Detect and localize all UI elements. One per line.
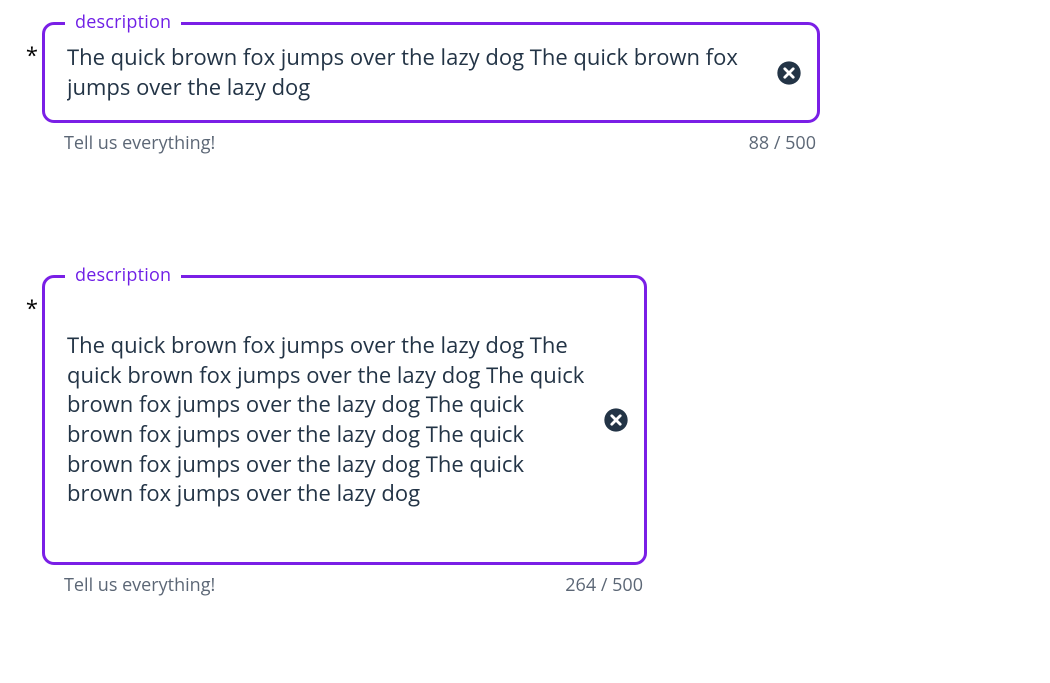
clear-button[interactable] — [775, 59, 803, 87]
helper-text: Tell us everything! — [64, 131, 215, 155]
description-textarea[interactable]: The quick brown fox jumps over the lazy … — [67, 331, 588, 509]
textarea-outline: description The quick brown fox jumps ov… — [42, 22, 820, 123]
description-field-2: * description The quick brown fox jumps … — [22, 275, 647, 597]
close-circle-icon — [602, 406, 630, 434]
required-marker: * — [22, 44, 42, 66]
description-field-1: * description The quick brown fox jumps … — [22, 22, 820, 155]
required-marker: * — [22, 297, 42, 319]
textarea-outline: description The quick brown fox jumps ov… — [42, 275, 647, 565]
helper-text: Tell us everything! — [64, 573, 215, 597]
field-container: description The quick brown fox jumps ov… — [42, 275, 647, 597]
close-circle-icon — [775, 59, 803, 87]
field-label: description — [65, 266, 181, 284]
char-counter: 264 / 500 — [565, 573, 643, 597]
field-label: description — [65, 13, 181, 31]
helper-row: Tell us everything! 88 / 500 — [42, 131, 820, 155]
field-container: description The quick brown fox jumps ov… — [42, 22, 820, 155]
description-textarea[interactable]: The quick brown fox jumps over the lazy … — [67, 43, 761, 102]
helper-row: Tell us everything! 264 / 500 — [42, 573, 647, 597]
clear-button[interactable] — [602, 406, 630, 434]
char-counter: 88 / 500 — [749, 131, 816, 155]
